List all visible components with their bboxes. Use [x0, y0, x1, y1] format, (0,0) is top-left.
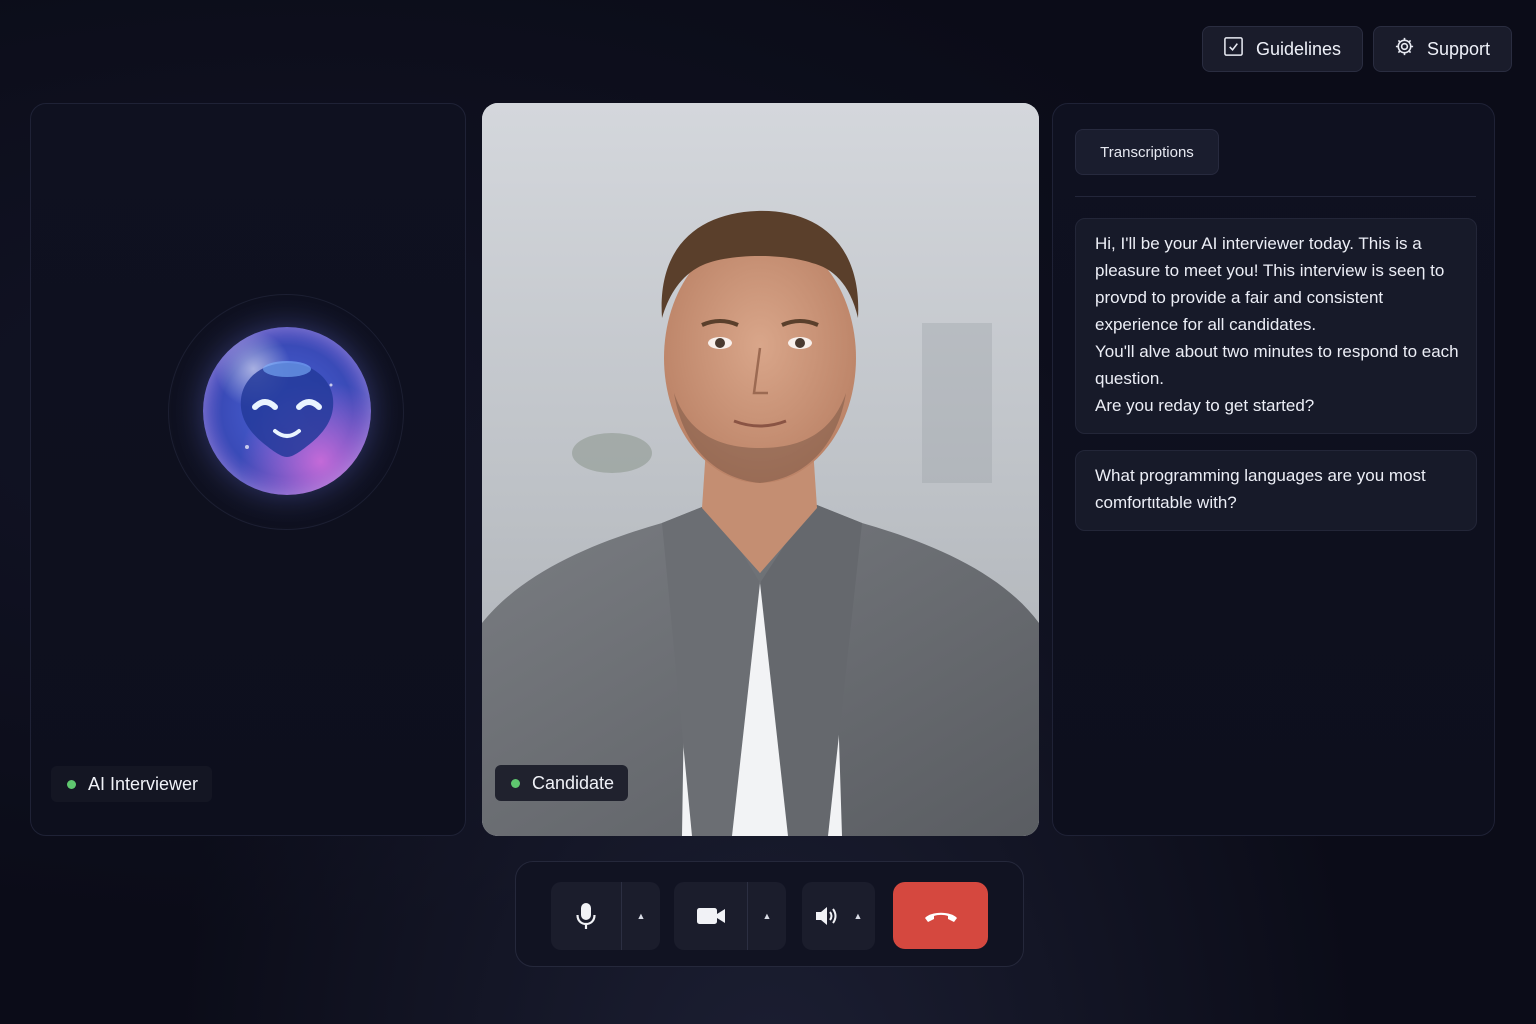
- candidate-video-feed: [482, 103, 1039, 836]
- caret-up-icon: ▲: [853, 911, 863, 921]
- ai-avatar-icon: [203, 327, 371, 495]
- microphone-icon: [576, 903, 596, 929]
- phone-hangup-icon: [924, 912, 957, 922]
- caret-up-icon: ▲: [636, 911, 646, 921]
- camera-button[interactable]: [674, 882, 747, 950]
- online-status-dot: [67, 779, 76, 789]
- camera-control: ▲: [674, 882, 786, 950]
- candidate-name-tag: Candidate: [495, 765, 629, 801]
- microphone-options-button[interactable]: ▲: [622, 882, 660, 950]
- checkbox-icon: [1223, 36, 1244, 62]
- speaker-icon: [816, 907, 837, 925]
- transcript-message: Hi, I'll be your AI interviewer today. T…: [1075, 218, 1477, 434]
- message-line: Hi, I'll be your AI interviewer today. T…: [1095, 234, 1445, 334]
- microphone-button[interactable]: [551, 882, 621, 950]
- message-line: You'll alve about two minutes to respond…: [1095, 342, 1459, 388]
- support-label: Support: [1427, 38, 1491, 59]
- divider: [1075, 196, 1476, 197]
- tab-transcriptions[interactable]: Transcriptions: [1075, 129, 1219, 175]
- caret-up-icon: ▲: [762, 911, 772, 921]
- transcriptions-panel: Transcriptions Hi, I'll be your AI inter…: [1052, 103, 1495, 836]
- transcript-message: What programming languages are you most …: [1075, 450, 1477, 531]
- support-button[interactable]: Support: [1373, 26, 1512, 72]
- candidate-name: Candidate: [532, 772, 615, 793]
- call-control-bar: ▲ ▲ ▲: [515, 861, 1024, 967]
- guidelines-button[interactable]: Guidelines: [1202, 26, 1363, 72]
- online-status-dot: [511, 778, 520, 788]
- message-line: What programming languages are you most …: [1095, 466, 1426, 512]
- ai-avatar-ring: [168, 294, 404, 530]
- ai-interviewer-name-tag: AI Interviewer: [51, 766, 213, 802]
- speaker-options-button[interactable]: ▲: [842, 882, 874, 950]
- speaker-button[interactable]: [802, 882, 842, 950]
- support-icon: [1394, 36, 1415, 62]
- end-call-button[interactable]: [893, 882, 988, 949]
- ai-interviewer-panel: AI Interviewer: [30, 103, 466, 836]
- message-line: Are you reday to get started?: [1095, 396, 1315, 415]
- guidelines-label: Guidelines: [1256, 38, 1342, 59]
- candidate-video-panel: Candidate: [482, 103, 1039, 836]
- video-camera-icon: [696, 908, 725, 924]
- ai-interviewer-name: AI Interviewer: [88, 773, 199, 794]
- speaker-control: ▲: [802, 882, 875, 950]
- microphone-control: ▲: [551, 882, 660, 950]
- camera-options-button[interactable]: ▲: [748, 882, 786, 950]
